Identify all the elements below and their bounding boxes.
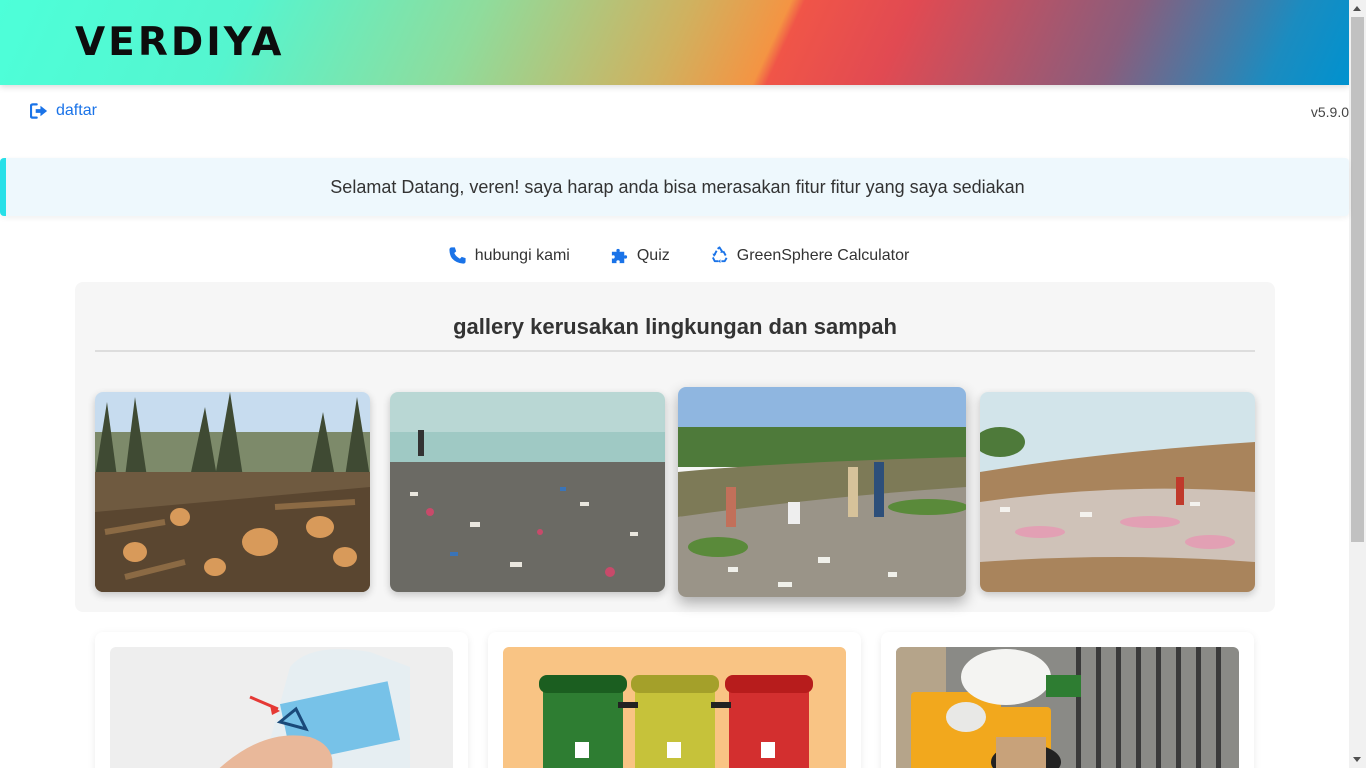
card-image-bottle <box>110 647 453 768</box>
nav-contact[interactable]: hubungi kami <box>448 246 570 265</box>
gallery-image-trash-beach[interactable] <box>390 392 665 592</box>
puzzle-icon <box>611 248 627 264</box>
gallery-image-riverbank[interactable] <box>678 387 966 597</box>
register-label: daftar <box>56 102 97 119</box>
scroll-down-arrow[interactable] <box>1349 751 1366 768</box>
deforestation-image <box>95 392 370 592</box>
landfill-image <box>980 392 1255 592</box>
gallery-section: gallery kerusakan lingkungan dan sampah <box>75 282 1275 612</box>
feature-nav: hubungi kami Quiz GreenSphere Calculator <box>0 246 1349 265</box>
card-image-garbage <box>896 647 1239 768</box>
gallery-title: gallery kerusakan lingkungan dan sampah <box>453 314 897 339</box>
gallery-image-deforestation[interactable] <box>95 392 370 592</box>
gallery-divider <box>95 350 1255 352</box>
sign-in-icon <box>30 103 48 119</box>
welcome-banner: Selamat Datang, veren! saya harap anda b… <box>0 158 1349 216</box>
plastic-bottle-image <box>110 647 453 768</box>
info-card-bins[interactable] <box>488 632 861 768</box>
vertical-scrollbar[interactable] <box>1349 0 1366 768</box>
garbage-pile-image <box>896 647 1239 768</box>
header-bar: VERDIYA <box>0 0 1349 85</box>
info-card-garbage[interactable] <box>881 632 1254 768</box>
card-image-bins <box>503 647 846 768</box>
nav-quiz[interactable]: Quiz <box>610 246 670 265</box>
gallery-image-landfill[interactable] <box>980 392 1255 592</box>
welcome-message: Selamat Datang, veren! saya harap anda b… <box>330 176 1025 197</box>
riverbank-waste-image <box>678 387 966 597</box>
nav-contact-label: hubungi kami <box>474 246 570 264</box>
nav-calculator-label: GreenSphere Calculator <box>736 246 910 264</box>
nav-quiz-label: Quiz <box>636 246 670 264</box>
nav-calculator[interactable]: GreenSphere Calculator <box>710 246 910 265</box>
register-link[interactable]: daftar <box>30 102 97 120</box>
version-label: v5.9.0 <box>1310 104 1349 120</box>
scroll-thumb[interactable] <box>1351 17 1364 542</box>
scroll-up-arrow[interactable] <box>1349 0 1366 17</box>
brand-logo[interactable]: VERDIYA <box>75 20 284 65</box>
phone-icon <box>449 247 466 264</box>
recycle-icon <box>711 246 728 264</box>
info-card-recycle[interactable] <box>95 632 468 768</box>
waste-bins-image <box>503 647 846 768</box>
trash-beach-image <box>390 392 665 592</box>
